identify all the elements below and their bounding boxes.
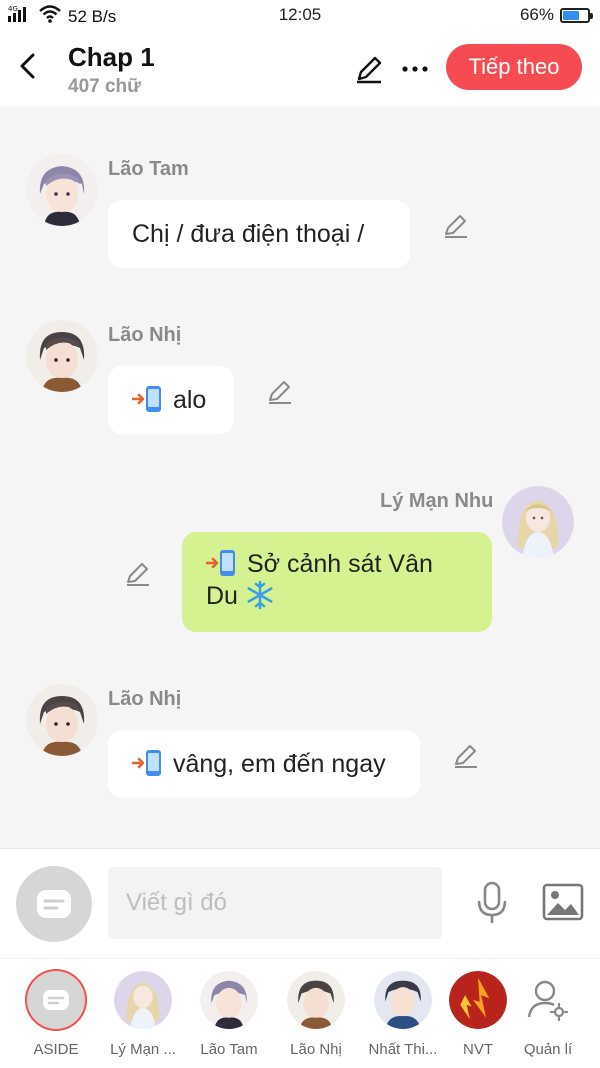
character-label: Lão Tam (200, 1041, 258, 1058)
character-bar: ASIDE Lý Mạn ... Lão Tam Lão Nhị Nhất Th… (0, 958, 600, 1068)
aside-icon (27, 971, 85, 1029)
avatar (449, 971, 507, 1029)
message-bubble[interactable]: Chị / đưa điện thoại / (108, 200, 410, 268)
microphone-icon[interactable] (472, 881, 512, 925)
chat-bubble-icon (37, 890, 71, 918)
edit-message-icon[interactable] (266, 378, 294, 406)
message-text: vâng, em đến ngay (172, 750, 386, 778)
message-text-line-2: Du (206, 582, 238, 610)
chapter-header: Chap 1 407 chữ Tiếp theo (0, 32, 600, 106)
character-label: Nhất Thi... (368, 1041, 438, 1058)
snowflake-icon (245, 580, 275, 610)
edit-message-icon[interactable] (124, 560, 152, 588)
character-lao-nhi[interactable]: Lão Nhị (274, 971, 358, 1058)
speaker-name: Lão Nhị (108, 688, 182, 710)
battery-percent: 66% (519, 5, 554, 24)
message-input[interactable] (108, 867, 442, 939)
message-bubble[interactable]: Sở cảnh sát Vân Du (182, 532, 492, 632)
aside-toggle-button[interactable] (16, 866, 92, 942)
avatar-lao-nhi[interactable] (26, 320, 98, 392)
user-settings-icon (519, 971, 577, 1029)
character-label: Quản lí (523, 1041, 573, 1058)
message-text: alo (172, 386, 207, 414)
character-label: ASIDE (33, 1041, 79, 1058)
avatar (114, 971, 172, 1029)
character-aside[interactable]: ASIDE (14, 971, 98, 1058)
chat-area[interactable]: Lão Tam Chị / đưa điện thoại / Lão Nhị a… (0, 106, 600, 848)
speaker-name: Lão Nhị (108, 324, 182, 346)
back-button[interactable] (12, 50, 44, 82)
pencil-icon (357, 56, 382, 84)
clock: 12:05 (278, 5, 322, 24)
edit-message-icon[interactable] (442, 212, 470, 240)
status-right: 66% (519, 5, 593, 25)
edit-message-icon[interactable] (452, 742, 480, 770)
battery-icon (560, 7, 593, 23)
avatar-lao-tam[interactable] (26, 154, 98, 226)
chevron-left-icon (20, 53, 35, 79)
phone-call-icon (131, 750, 173, 778)
phone-call-icon (131, 386, 173, 414)
edit-title-button[interactable] (352, 52, 386, 86)
phone-call-icon (205, 550, 247, 578)
next-button[interactable]: Tiếp theo (446, 44, 582, 90)
character-nvt[interactable]: NVT (448, 971, 508, 1058)
composer-bar (0, 848, 600, 959)
word-count: 407 chữ (68, 76, 141, 97)
character-label: Lý Mạn ... (110, 1041, 176, 1058)
avatar (287, 971, 345, 1029)
more-options-button[interactable] (398, 52, 432, 86)
message-bubble[interactable]: vâng, em đến ngay (108, 730, 420, 798)
character-nhat-thi[interactable]: Nhất Thi... (361, 971, 445, 1058)
page-title: Chap 1 (68, 42, 155, 72)
avatar-ly-man-nhu[interactable] (502, 486, 574, 558)
more-dots-icon (402, 66, 428, 72)
message-text-line-1: Sở cảnh sát Vân (246, 550, 433, 578)
message-bubble[interactable]: alo (108, 366, 234, 434)
character-lao-tam[interactable]: Lão Tam (187, 971, 271, 1058)
status-bar: 4G 52 B/s 12:05 66% (0, 0, 600, 32)
speaker-name: Lý Mạn Nhu (380, 490, 494, 512)
avatar (374, 971, 432, 1029)
speaker-name: Lão Tam (108, 158, 189, 180)
avatar-lao-nhi[interactable] (26, 684, 98, 756)
avatar (200, 971, 258, 1029)
character-ly-man-nhu[interactable]: Lý Mạn ... (101, 971, 185, 1058)
manage-characters-button[interactable]: Quản lí (506, 971, 590, 1058)
image-icon[interactable] (542, 883, 584, 921)
message-text: Chị / đưa điện thoại / (132, 220, 365, 248)
character-label: Lão Nhị (290, 1041, 342, 1058)
character-label: NVT (463, 1041, 493, 1058)
